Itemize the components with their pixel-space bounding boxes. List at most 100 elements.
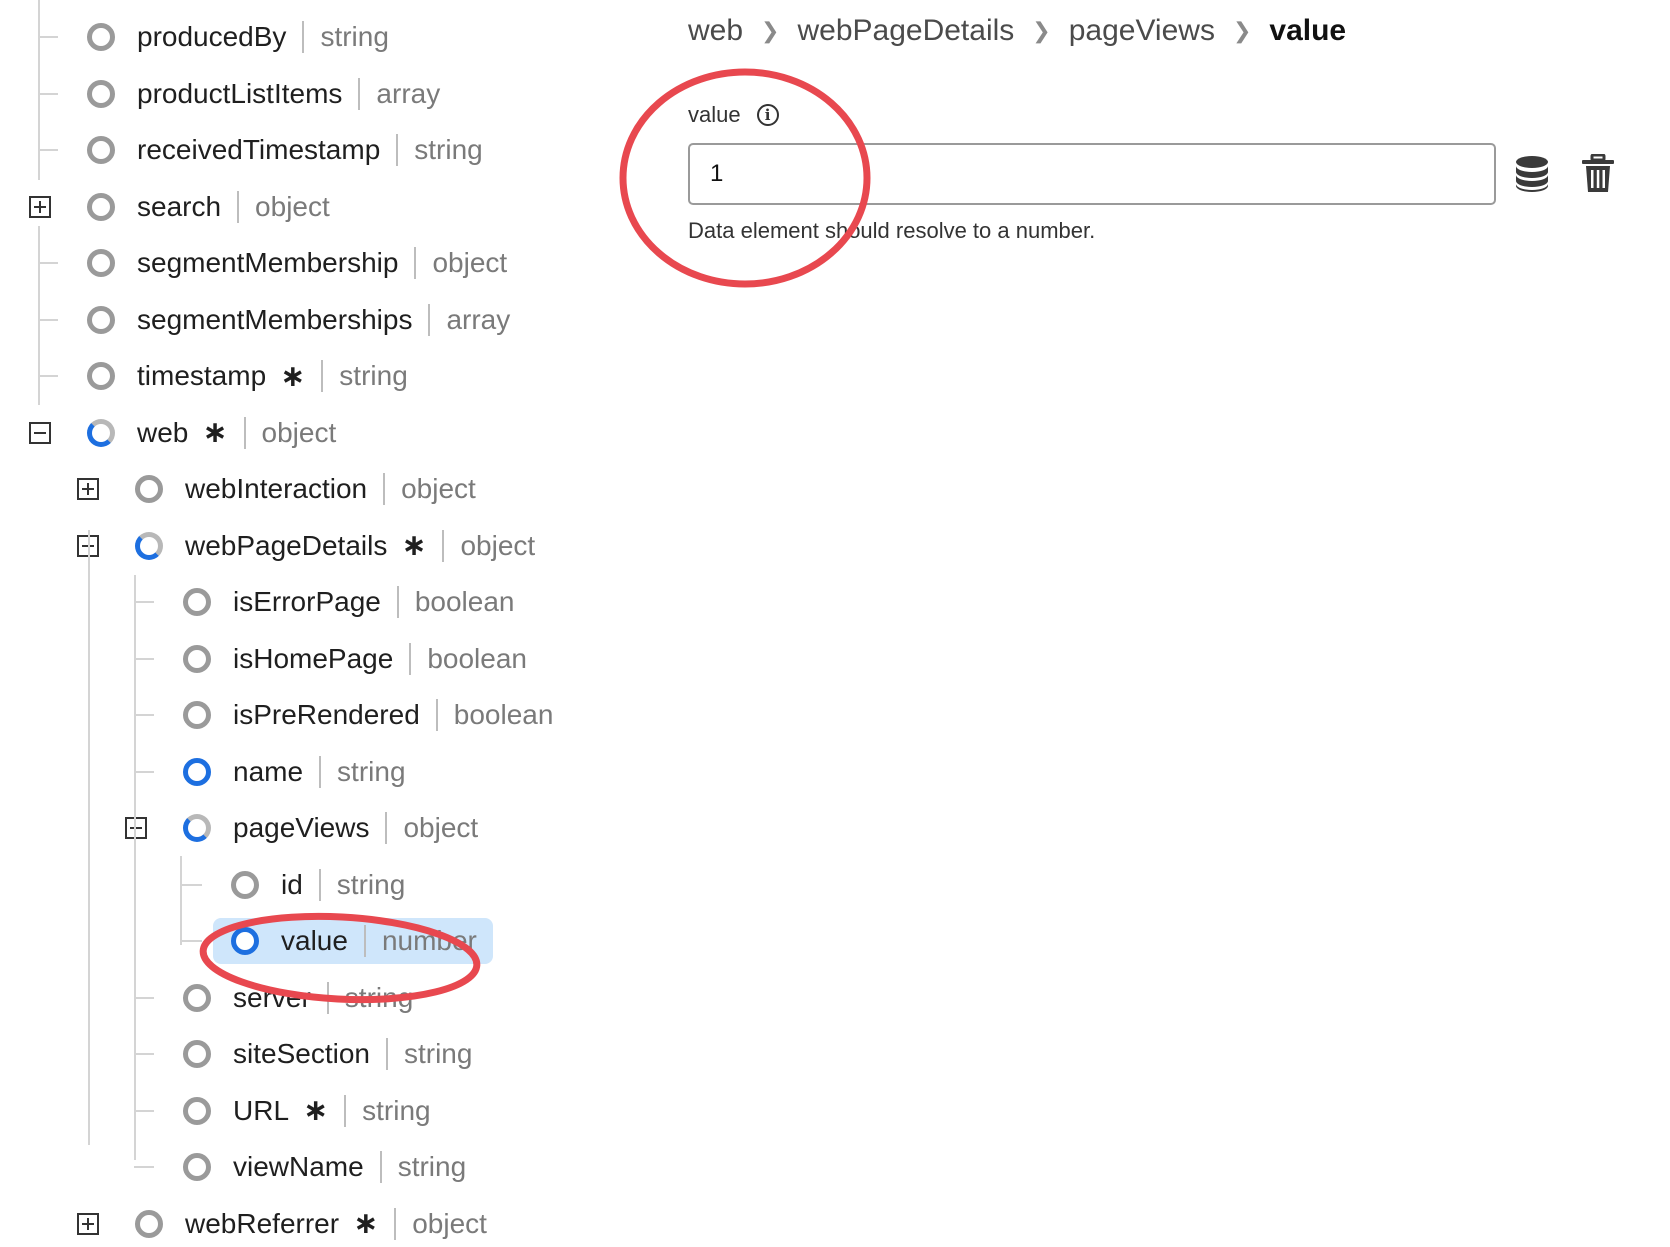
radio-icon[interactable] (87, 362, 115, 390)
radio-icon[interactable] (183, 588, 211, 616)
field-type: object (460, 529, 536, 561)
field-name: segmentMembership (137, 247, 399, 278)
field-type: boolean (453, 699, 554, 730)
breadcrumb-item-webpagedetails[interactable]: webPageDetails (797, 14, 1014, 48)
divider (318, 868, 321, 901)
value-input[interactable] (688, 143, 1496, 205)
tree-node-value[interactable]: value number (213, 918, 493, 964)
field-name: receivedTimestamp (137, 134, 381, 165)
field-label-text: value (688, 102, 741, 127)
tree-node-sitesection[interactable]: siteSection string (183, 1031, 472, 1077)
divider (302, 21, 305, 53)
tree-node-id[interactable]: id string (231, 862, 405, 908)
field-name: webPageDetails (185, 529, 388, 561)
tree-node-name[interactable]: name string (183, 749, 406, 795)
tree-node-segmentmemberships[interactable]: segmentMemberships array (87, 297, 510, 343)
tree-node-timestamp[interactable]: timestamp ∗ string (87, 353, 408, 399)
divider (358, 77, 361, 110)
field-name: pageViews (233, 812, 370, 843)
tree-guide-line (134, 575, 136, 1160)
tree-node-search[interactable]: search object (87, 184, 330, 230)
tree-node-server[interactable]: server string (183, 975, 413, 1021)
radio-icon[interactable] (183, 644, 211, 673)
radio-icon[interactable] (231, 870, 259, 899)
field-name: URL (233, 1094, 290, 1126)
field-name: isErrorPage (233, 586, 381, 617)
radio-icon[interactable] (87, 23, 115, 51)
divider (344, 1094, 347, 1127)
field-type: boolean (414, 586, 515, 617)
tree-node-receivedtimestamp[interactable]: receivedTimestamp string (87, 127, 483, 173)
divider (409, 642, 412, 675)
radio-icon[interactable] (183, 814, 211, 842)
divider (237, 190, 240, 223)
breadcrumb-item-pageviews[interactable]: pageViews (1069, 14, 1215, 48)
tree-node-ishomepage[interactable]: isHomePage boolean (183, 636, 527, 682)
expand-icon[interactable] (77, 1212, 99, 1235)
tree-connector (182, 940, 202, 942)
radio-icon[interactable] (183, 983, 211, 1012)
tree-node-webinteraction[interactable]: webInteraction object (135, 466, 476, 512)
tree-node-url[interactable]: URL ∗ string (183, 1088, 431, 1134)
radio-icon[interactable] (87, 79, 115, 108)
tree-node-isprerendered[interactable]: isPreRendered boolean (183, 692, 553, 738)
tree-node-iserrorpage[interactable]: isErrorPage boolean (183, 579, 515, 625)
radio-icon[interactable] (87, 418, 115, 447)
tree-node-producedby[interactable]: producedBy string (87, 14, 389, 60)
radio-icon[interactable] (87, 305, 115, 334)
collapse-icon[interactable] (125, 817, 147, 839)
tree-connector (134, 996, 154, 999)
field-name: id (281, 868, 303, 900)
tree-node-webpagedetails[interactable]: webPageDetails ∗ object (135, 523, 535, 569)
tree-guide-line (180, 856, 182, 945)
field-name: segmentMemberships (137, 303, 413, 335)
field-type: string (320, 21, 389, 52)
expand-icon[interactable] (29, 195, 51, 218)
field-type: boolean (427, 642, 527, 674)
field-name: name (233, 755, 304, 787)
radio-icon[interactable] (183, 757, 211, 786)
breadcrumb-item-value: value (1269, 14, 1347, 47)
radio-icon[interactable] (87, 192, 115, 221)
divider (414, 247, 417, 279)
field-type: object (255, 190, 330, 222)
radio-icon[interactable] (183, 1096, 211, 1125)
tree-node-productlistitems[interactable]: productListItems array (87, 71, 440, 117)
radio-icon[interactable] (183, 1153, 211, 1181)
field-name: siteSection (233, 1038, 370, 1069)
info-icon[interactable]: i (756, 104, 779, 126)
tree-node-webreferrer[interactable]: webReferrer ∗ object (135, 1201, 487, 1247)
tree-node-segmentmembership[interactable]: segmentMembership object (87, 240, 507, 286)
radio-icon[interactable] (135, 475, 163, 503)
tree-node-pageviews[interactable]: pageViews object (183, 805, 478, 851)
field-label: value i (688, 102, 779, 128)
tree-node-web[interactable]: web ∗ object (87, 410, 336, 456)
trash-icon[interactable] (1580, 154, 1616, 194)
breadcrumb-item-web[interactable]: web (688, 14, 743, 48)
schema-tree: producedBy string productListItems array rec… (0, 0, 640, 1246)
radio-icon[interactable] (135, 531, 163, 560)
tree-connector (38, 149, 58, 151)
divider (385, 1038, 388, 1070)
chevron-right-icon: ❯ (761, 18, 780, 43)
radio-icon[interactable] (87, 249, 115, 277)
expand-icon[interactable] (77, 478, 99, 500)
radio-icon[interactable] (183, 701, 211, 729)
divider (396, 134, 399, 166)
tree-node-viewname[interactable]: viewName string (183, 1144, 466, 1190)
tree-connector (134, 1166, 154, 1168)
radio-icon[interactable] (231, 927, 259, 955)
tree-connector (38, 92, 58, 95)
radio-icon[interactable] (135, 1209, 163, 1238)
tree-connector (134, 657, 154, 660)
field-name: productListItems (137, 77, 343, 109)
chevron-right-icon: ❯ (1032, 18, 1051, 43)
field-name: webReferrer (185, 1207, 340, 1239)
radio-icon[interactable] (183, 1040, 211, 1068)
field-type: string (403, 1038, 473, 1069)
radio-icon[interactable] (87, 136, 115, 164)
data-element-icon[interactable] (1512, 154, 1552, 194)
collapse-icon[interactable] (29, 421, 51, 444)
field-type: string (336, 868, 406, 900)
divider (326, 981, 329, 1014)
